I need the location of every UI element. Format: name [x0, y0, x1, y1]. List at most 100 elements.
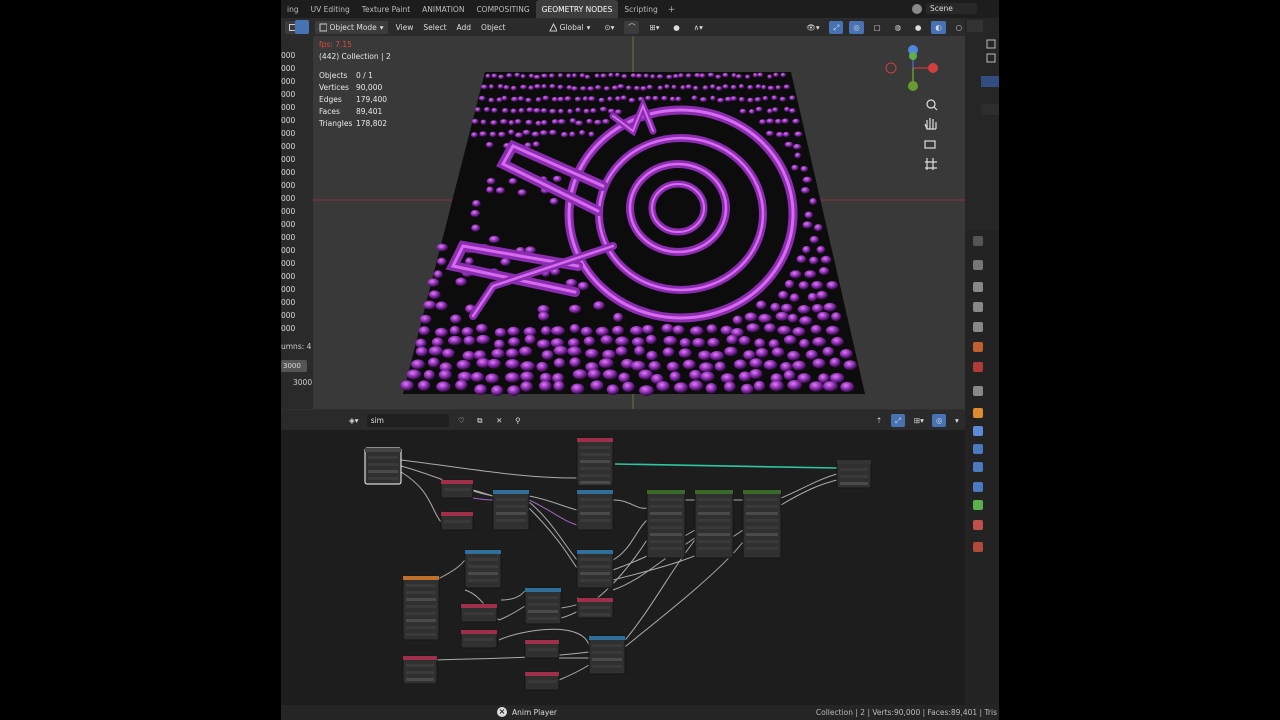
node-header[interactable]	[525, 640, 559, 644]
unlink-node-tree-button[interactable]: ✕	[492, 414, 506, 427]
node-header[interactable]	[577, 598, 613, 602]
menu-add[interactable]: Add	[455, 23, 474, 32]
object-properties-icon[interactable]	[973, 408, 983, 418]
node-header[interactable]	[403, 576, 439, 580]
y-axis-gizmo[interactable]	[908, 81, 918, 91]
material-icon[interactable]	[973, 520, 983, 530]
node-header[interactable]	[365, 448, 401, 452]
node[interactable]	[576, 489, 614, 531]
value-field[interactable]: 3000	[281, 360, 307, 372]
pin-icon[interactable]: ⚲	[511, 414, 525, 427]
node-header[interactable]	[461, 604, 497, 608]
node[interactable]	[576, 549, 614, 589]
physics-icon[interactable]	[973, 462, 983, 472]
node-header[interactable]	[837, 460, 871, 464]
proportional-falloff-dropdown[interactable]: ∧▾	[690, 21, 707, 34]
tab-texture-paint[interactable]: Texture Paint	[356, 0, 416, 20]
transform-orientation-dropdown[interactable]: Global ▾	[545, 21, 595, 34]
mode-dropdown[interactable]: Object Mode ▾	[315, 20, 388, 34]
scene-properties-icon[interactable]	[973, 342, 983, 352]
neg-z-axis-gizmo[interactable]	[909, 52, 917, 60]
shading-rendered[interactable]: ○	[952, 21, 966, 34]
outliner-selected-row[interactable]	[981, 76, 999, 87]
shading-wireframe[interactable]: ◍	[891, 21, 905, 34]
render-icon[interactable]	[973, 282, 983, 292]
gizmo-toggle[interactable]: ⤢	[829, 20, 844, 34]
node-header[interactable]	[743, 490, 781, 494]
node-header[interactable]	[695, 490, 733, 494]
node-header[interactable]	[577, 490, 613, 494]
visibility-dropdown[interactable]: 👁▾	[802, 21, 823, 34]
outliner-row[interactable]	[981, 104, 999, 115]
proportional-edit-toggle[interactable]: ●	[669, 21, 683, 34]
menu-select[interactable]: Select	[421, 23, 448, 32]
fake-user-toggle[interactable]: ♡	[454, 414, 468, 427]
grid-view-icon[interactable]	[925, 158, 937, 170]
overlays-toggle[interactable]: ◎	[849, 20, 864, 34]
node-header[interactable]	[403, 656, 437, 660]
scene-selector[interactable]: Scene	[912, 3, 977, 14]
camera-icon[interactable]	[924, 140, 936, 149]
node-header[interactable]	[525, 588, 561, 592]
tab-uv-editing[interactable]: UV Editing	[305, 0, 356, 20]
collection-properties-icon[interactable]	[973, 386, 983, 396]
shading-material[interactable]: ◐	[931, 20, 946, 34]
parent-node-tree-button[interactable]: ⇡	[872, 414, 886, 427]
node-overlays-dropdown[interactable]: ▾	[951, 414, 965, 427]
node[interactable]	[588, 635, 626, 675]
tab-layout[interactable]: ing	[281, 0, 305, 20]
properties-editor-type-button[interactable]	[973, 236, 983, 246]
pan-hand-icon[interactable]	[924, 118, 937, 130]
tool-icon[interactable]	[973, 260, 983, 270]
shading-solid[interactable]: ●	[911, 21, 925, 34]
select-tool-icon[interactable]	[295, 20, 309, 34]
tab-geometry-nodes[interactable]: GEOMETRY NODES	[535, 0, 619, 20]
node-header[interactable]	[465, 550, 501, 554]
zoom-icon[interactable]	[926, 99, 936, 109]
node-editor-canvas[interactable]	[281, 430, 965, 705]
modifier-icon[interactable]	[973, 426, 983, 436]
node[interactable]	[464, 549, 502, 589]
constraints-icon[interactable]	[973, 482, 983, 492]
snap-node-options[interactable]: ⊞▾	[910, 414, 927, 427]
view-layer-icon[interactable]	[973, 322, 983, 332]
node-header[interactable]	[461, 630, 497, 634]
navigation-gizmo[interactable]	[885, 45, 938, 91]
node-header[interactable]	[493, 490, 529, 494]
xray-toggle[interactable]: ▢	[870, 21, 885, 34]
snap-node-toggle[interactable]: ⤢	[890, 413, 905, 427]
snap-toggle[interactable]: ⌒	[624, 20, 640, 34]
menu-view[interactable]: View	[394, 23, 416, 32]
add-workspace-button[interactable]: +	[664, 5, 680, 15]
data-icon[interactable]	[973, 500, 983, 510]
world-icon[interactable]	[973, 362, 983, 372]
3d-viewport[interactable]: fps: 7.15 (442) Collection | 2 Objects 0…	[313, 36, 965, 409]
node[interactable]	[492, 489, 530, 531]
anim-player-indicator[interactable]: × Anim Player	[497, 707, 557, 717]
outliner-editor-type-button[interactable]	[967, 20, 983, 32]
duplicate-node-tree-button[interactable]: ⧉	[473, 414, 487, 427]
scene-name[interactable]: Scene	[926, 3, 977, 14]
node-header[interactable]	[589, 636, 625, 640]
pivot-dropdown[interactable]: ⊙▾	[600, 21, 618, 34]
neg-x-axis-gizmo[interactable]	[885, 62, 897, 74]
texture-icon[interactable]	[973, 542, 983, 552]
x-axis-gizmo[interactable]	[928, 63, 938, 73]
node-header[interactable]	[441, 512, 473, 516]
tab-animation[interactable]: ANIMATION	[416, 0, 470, 20]
tab-compositing[interactable]: COMPOSITING	[470, 0, 535, 20]
node-header[interactable]	[577, 550, 613, 554]
node-tree-name-field[interactable]: sim	[366, 413, 449, 427]
node-header[interactable]	[577, 438, 613, 442]
node-overlays-toggle[interactable]: ◎	[931, 413, 946, 427]
tab-scripting[interactable]: Scripting	[618, 0, 663, 20]
menu-object[interactable]: Object	[479, 23, 507, 32]
particles-icon[interactable]	[973, 444, 983, 454]
node-header[interactable]	[525, 672, 559, 676]
node-header[interactable]	[441, 480, 473, 484]
output-icon[interactable]	[973, 302, 983, 312]
close-icon[interactable]: ×	[497, 707, 507, 717]
node-header[interactable]	[647, 490, 685, 494]
snap-options-dropdown[interactable]: ⊞▾	[645, 21, 663, 34]
node-tree-browse-button[interactable]: ◈▾	[345, 414, 362, 427]
